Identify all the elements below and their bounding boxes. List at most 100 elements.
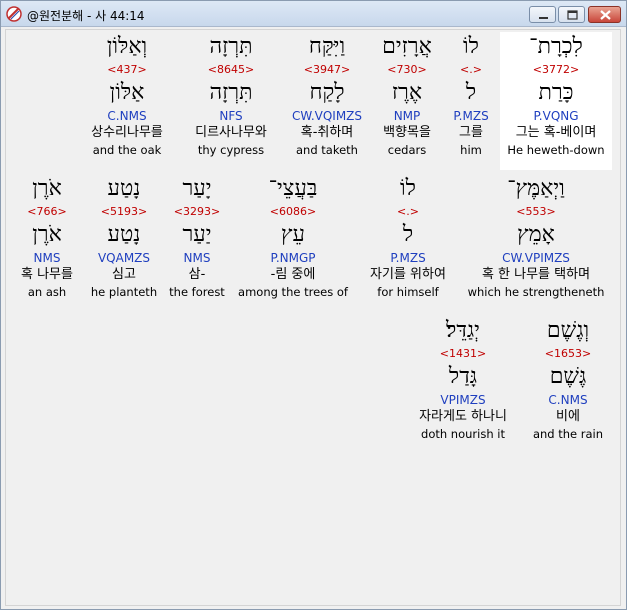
lemma: אַלּוֹן	[109, 80, 145, 105]
close-icon	[600, 10, 611, 20]
word-cell[interactable]: יָעַר <3293> יַעַר NMS 삼- the forest	[164, 174, 230, 300]
minimize-button[interactable]	[529, 6, 556, 23]
english-gloss: and the oak	[92, 143, 162, 157]
lemma: אָמֵץ	[517, 222, 555, 247]
english-gloss: and taketh	[296, 143, 358, 157]
english-gloss: among the trees of	[238, 285, 348, 299]
hebrew-word: נָטַע	[107, 176, 141, 201]
hebrew-word: וַיִּקַּח	[308, 34, 346, 59]
korean-gloss: 자라게도 하나니	[419, 409, 507, 424]
hebrew-word: יָעַר	[182, 176, 212, 201]
korean-gloss: 디르사나무와	[195, 125, 267, 140]
morphology-code: P.NMGP	[270, 251, 316, 265]
strong-number: <6086>	[269, 205, 317, 218]
hebrew-word: תִּרְזָה	[209, 34, 253, 59]
strong-number: <1431>	[439, 347, 487, 360]
english-gloss: the forest	[169, 285, 225, 299]
word-cell[interactable]: וַיִּקַּח <3947> לָקַח CW.VQIMZS 혹-취하며 a…	[286, 32, 368, 158]
lemma: כָּרַת	[538, 80, 574, 105]
close-button[interactable]	[588, 6, 621, 23]
strong-number: <.>	[397, 205, 419, 218]
window-title: @원전분해 - 사 44:14	[27, 9, 145, 23]
english-gloss: cedars	[387, 143, 427, 157]
morphology-code: P.MZS	[453, 109, 489, 123]
lemma: עֵץ	[281, 222, 305, 247]
lemma: אֶרֶז	[391, 80, 423, 105]
hebrew-word: בַּעֲצֵי־	[268, 176, 318, 201]
english-gloss: an ash	[27, 285, 67, 299]
english-gloss: which he strengtheneth	[467, 285, 605, 299]
morphology-code: VPIMZS	[440, 393, 486, 407]
english-gloss: doth nourish it	[421, 427, 505, 441]
korean-gloss: 혹 나무를	[21, 267, 73, 282]
maximize-button[interactable]	[558, 6, 585, 23]
korean-gloss: 백향목을	[383, 125, 431, 140]
hebrew-word: לוֹ	[400, 176, 416, 201]
korean-gloss: 그는 혹-베이며	[515, 125, 597, 140]
korean-gloss: 비에	[556, 409, 580, 424]
morphology-code: P.MZS	[390, 251, 426, 265]
lemma: גֶּשֶׁם	[549, 364, 587, 389]
english-gloss: he planteth	[90, 285, 158, 299]
word-cell[interactable]: וְגֶשֶׁם <1653> גֶּשֶׁם C.NMS 비에 and the…	[526, 316, 610, 442]
hebrew-word: לוֹ	[463, 34, 479, 59]
morphology-code: P.VQNG	[533, 109, 579, 123]
english-gloss: He heweth-down	[507, 143, 605, 157]
word-cell[interactable]: תִּרְזָה <8645> תִּרְזָה NFS 디르사나무와 thy …	[182, 32, 280, 158]
verse-analysis-panel: לִכְרָת־ <3772> כָּרַת P.VQNG 그는 혹-베이며 H…	[5, 29, 621, 606]
strong-number: <3772>	[532, 63, 580, 76]
morphology-code: NMS	[33, 251, 61, 265]
word-cell[interactable]: לוֹ <.> ל P.MZS 자기를 위하여 for himself	[358, 174, 458, 300]
korean-gloss: 상수리나무를	[91, 125, 163, 140]
lemma: ל	[465, 80, 477, 105]
english-gloss: him	[460, 143, 482, 157]
english-gloss: for himself	[377, 285, 439, 299]
maximize-icon	[567, 10, 578, 20]
app-logo-icon	[6, 6, 22, 22]
hebrew-word: וַיְאַמֶּץ־	[507, 176, 565, 201]
strong-number: <553>	[516, 205, 556, 218]
korean-gloss: 심고	[112, 267, 136, 282]
word-cell[interactable]: בַּעֲצֵי־ <6086> עֵץ P.NMGP -림 중에 among …	[234, 174, 352, 300]
lemma: תִּרְזָה	[209, 80, 253, 105]
strong-number: <.>	[460, 63, 482, 76]
strong-number: <5193>	[100, 205, 148, 218]
strong-number: <437>	[107, 63, 147, 76]
korean-gloss: 삼-	[188, 267, 206, 282]
korean-gloss: 혹 한 나무를 택하며	[481, 267, 591, 282]
korean-gloss: -림 중에	[270, 267, 316, 282]
word-cell[interactable]: אֲרָזִים <730> אֶרֶז NMP 백향목을 cedars	[374, 32, 440, 158]
app-window: @원전분해 - 사 44:14 לִכְרָת־ <3772> כָּרַת P…	[0, 0, 627, 610]
hebrew-word: אֹרֶן	[32, 176, 62, 201]
lemma: ל	[402, 222, 414, 247]
morphology-code: CW.VQIMZS	[291, 109, 363, 123]
strong-number: <766>	[27, 205, 67, 218]
lemma: נָטַע	[107, 222, 141, 247]
word-cell[interactable]: לוֹ <.> ל P.MZS 그를 him	[446, 32, 496, 158]
hebrew-word: וְגֶשֶׁם	[546, 318, 590, 343]
word-cell[interactable]: יְגַדֵּל׃ <1431> גָּדַל VPIMZS 자라게도 하나니 …	[406, 316, 520, 442]
strong-number: <8645>	[207, 63, 255, 76]
lemma: גָּדַל	[448, 364, 478, 389]
english-gloss: and the rain	[532, 427, 604, 441]
lemma: לָקַח	[309, 80, 345, 105]
morphology-code: NMP	[393, 109, 421, 123]
word-cell[interactable]: וְאַלּוֹן <437> אַלּוֹן C.NMS 상수리나무를 and…	[76, 32, 178, 158]
morphology-code: NMS	[183, 251, 211, 265]
morphology-code: C.NMS	[548, 393, 588, 407]
hebrew-word: יְגַדֵּל׃	[446, 318, 480, 343]
word-cell[interactable]: נָטַע <5193> נָטַע VQAMZS 심고 he planteth	[88, 174, 160, 300]
korean-gloss: 혹-취하며	[300, 125, 354, 140]
strong-number: <730>	[387, 63, 427, 76]
word-cell[interactable]: לִכְרָת־ <3772> כָּרַת P.VQNG 그는 혹-베이며 H…	[500, 32, 612, 170]
korean-gloss: 자기를 위하여	[370, 267, 446, 282]
title-bar[interactable]: @원전분해 - 사 44:14	[1, 1, 626, 27]
strong-number: <1653>	[544, 347, 592, 360]
morphology-code: NFS	[219, 109, 243, 123]
strong-number: <3293>	[173, 205, 221, 218]
word-cell[interactable]: אֹרֶן <766> אֹרֶן NMS 혹 나무를 an ash	[10, 174, 84, 300]
hebrew-word: אֲרָזִים	[382, 34, 432, 59]
word-cell[interactable]: וַיְאַמֶּץ־ <553> אָמֵץ CW.VPIMZS 혹 한 나무…	[466, 174, 606, 300]
lemma: אֹרֶן	[32, 222, 62, 247]
hebrew-word: לִכְרָת־	[529, 34, 583, 59]
